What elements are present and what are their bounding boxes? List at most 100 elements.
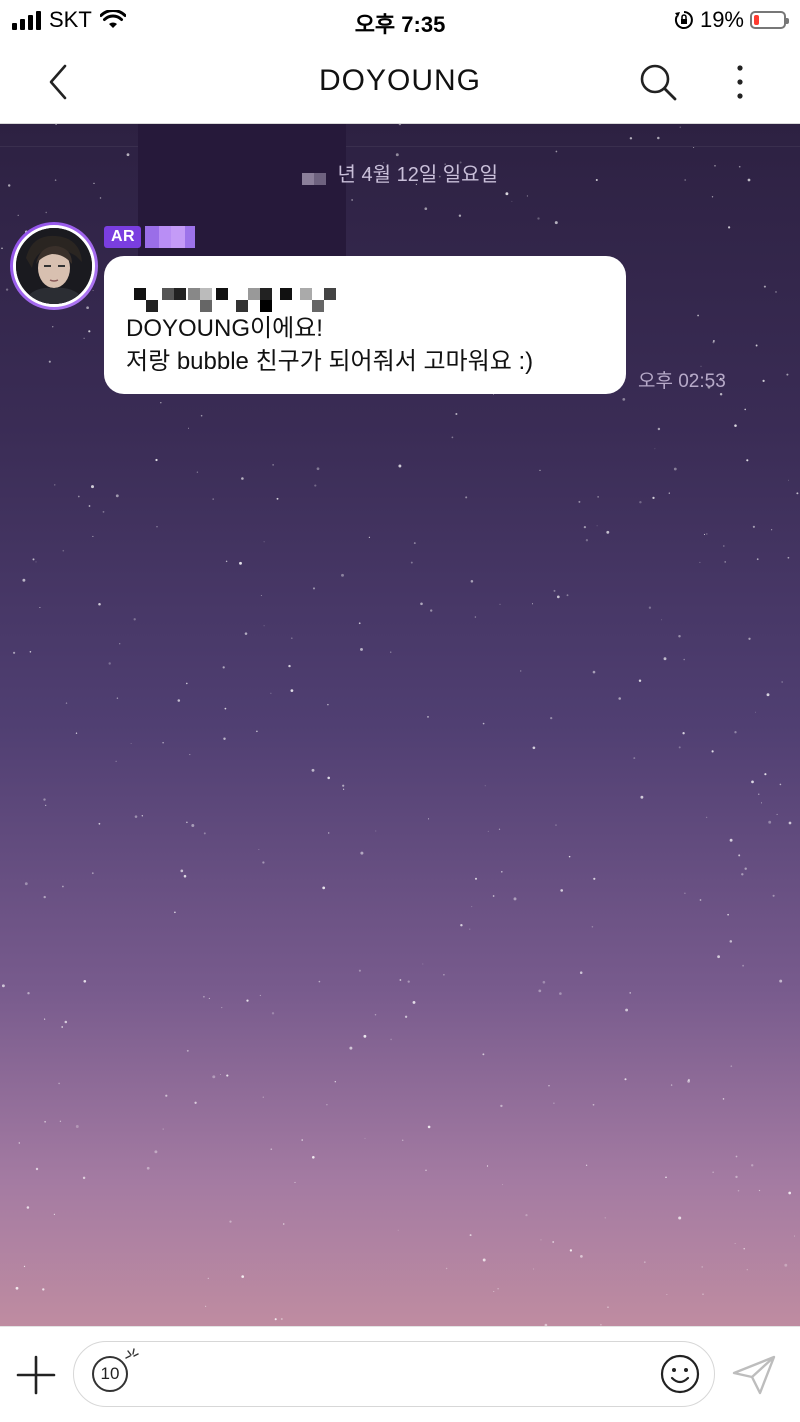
star — [751, 1164, 754, 1167]
star — [92, 289, 94, 292]
star — [505, 192, 509, 196]
star — [351, 199, 353, 201]
star — [511, 200, 513, 202]
star — [706, 533, 708, 535]
star — [1, 984, 5, 988]
star — [239, 561, 242, 565]
star — [17, 214, 19, 216]
star — [443, 974, 445, 976]
star — [538, 989, 542, 993]
star — [290, 637, 293, 640]
star — [711, 750, 714, 753]
chat-area[interactable]: 년 4월 12일 일요일 AR DOYOUNG이에요! 저랑 bubble 친구… — [0, 124, 800, 1326]
star — [542, 980, 546, 984]
star — [471, 906, 473, 908]
star — [493, 1291, 495, 1293]
star — [288, 664, 291, 668]
star — [596, 525, 598, 527]
star — [290, 689, 294, 692]
star — [593, 877, 596, 880]
star — [482, 1053, 485, 1056]
date-text: 년 4월 12일 일요일 — [337, 164, 498, 186]
star — [42, 1288, 45, 1291]
star — [633, 757, 636, 760]
star — [784, 1263, 788, 1267]
star — [711, 196, 714, 198]
message-bubble[interactable]: DOYOUNG이에요! 저랑 bubble 친구가 되어줘서 고마워요 :) — [104, 256, 626, 394]
star — [360, 851, 364, 855]
star — [729, 940, 733, 943]
star — [226, 1074, 229, 1077]
star — [133, 618, 136, 621]
send-button[interactable] — [730, 1351, 778, 1399]
star — [746, 459, 749, 462]
search-button[interactable] — [634, 58, 682, 106]
star — [363, 1034, 367, 1038]
star — [699, 899, 702, 901]
letter-counter: 10 — [92, 1356, 128, 1392]
emoji-button[interactable] — [660, 1354, 700, 1394]
avatar[interactable] — [10, 222, 98, 310]
star — [208, 997, 210, 999]
star — [54, 484, 56, 486]
star — [592, 1103, 595, 1106]
star — [341, 573, 344, 577]
star — [458, 214, 462, 217]
star — [717, 955, 720, 959]
star — [424, 207, 428, 211]
star — [748, 637, 751, 640]
star — [98, 822, 101, 825]
star — [62, 885, 64, 888]
star — [498, 828, 501, 830]
star — [88, 330, 91, 333]
star — [258, 849, 260, 850]
more-button[interactable] — [716, 58, 764, 106]
star — [764, 773, 767, 776]
star — [701, 1266, 703, 1268]
star — [537, 217, 540, 220]
star — [499, 603, 501, 606]
star — [61, 1026, 64, 1028]
star — [579, 971, 583, 974]
star — [729, 838, 733, 842]
star — [29, 651, 32, 653]
star — [24, 882, 28, 886]
star — [312, 587, 316, 590]
star — [592, 670, 596, 674]
star — [108, 662, 111, 665]
star — [663, 657, 667, 661]
star — [702, 1293, 704, 1296]
star — [525, 1214, 528, 1217]
star — [83, 979, 87, 983]
star — [666, 1293, 668, 1295]
star — [246, 999, 249, 1002]
star — [585, 539, 589, 542]
star — [126, 153, 130, 157]
star — [657, 427, 661, 431]
star — [342, 784, 345, 787]
star — [624, 1078, 627, 1081]
star — [349, 1046, 353, 1050]
message-input[interactable] — [152, 1356, 616, 1394]
star — [399, 979, 402, 981]
star — [294, 1181, 296, 1183]
star — [712, 339, 715, 342]
star — [678, 746, 681, 749]
star — [398, 124, 402, 126]
star — [741, 873, 744, 876]
censored-year — [301, 164, 326, 187]
star — [229, 1220, 232, 1223]
star — [401, 1139, 404, 1141]
star — [154, 1150, 158, 1154]
date-separator: 년 4월 12일 일요일 — [0, 158, 800, 187]
star — [413, 542, 416, 545]
star — [260, 595, 262, 596]
star — [482, 722, 485, 725]
attach-button[interactable] — [14, 1353, 58, 1397]
star — [786, 373, 789, 376]
message-field[interactable]: 10 — [73, 1341, 715, 1407]
star — [183, 874, 187, 878]
star — [395, 153, 399, 157]
star — [734, 1243, 736, 1245]
star — [682, 732, 685, 735]
